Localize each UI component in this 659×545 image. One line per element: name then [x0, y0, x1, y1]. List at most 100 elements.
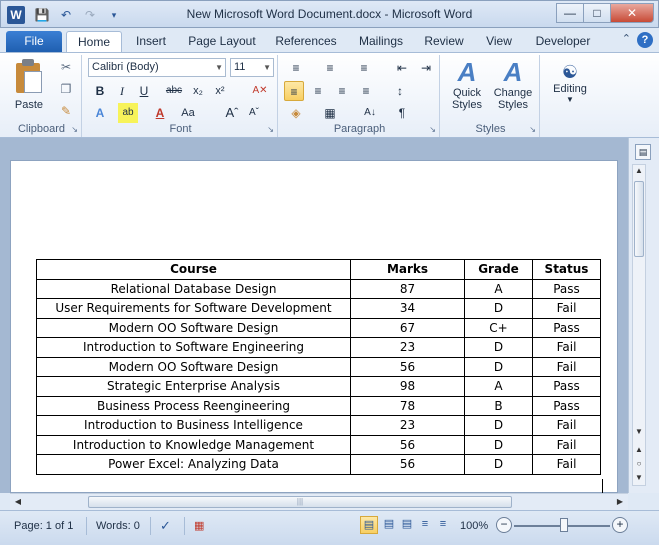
grades-table[interactable]: Course Marks Grade Status Relational Dat…	[36, 259, 601, 475]
word-count[interactable]: Words: 0	[96, 517, 140, 535]
course-cell[interactable]: Modern OO Software Design	[36, 356, 351, 377]
increase-indent-icon[interactable]: ⇥	[416, 58, 436, 78]
course-cell[interactable]: Power Excel: Analyzing Data	[36, 454, 351, 475]
cut-icon[interactable]: ✂	[58, 59, 74, 75]
grade-cell[interactable]: D	[464, 415, 533, 436]
format-painter-icon[interactable]: ✎	[58, 103, 74, 119]
marks-cell[interactable]: 98	[350, 376, 465, 397]
paste-icon[interactable]	[14, 59, 44, 95]
line-spacing-icon[interactable]: ↕	[390, 81, 410, 101]
zoom-slider-thumb[interactable]	[560, 518, 568, 532]
grade-cell[interactable]: C+	[464, 317, 533, 338]
status-cell[interactable]: Fail	[532, 454, 601, 475]
decrease-indent-icon[interactable]: ⇤	[392, 58, 412, 78]
align-left-button[interactable]: ≡	[284, 81, 304, 101]
font-color-icon[interactable]: A	[150, 103, 170, 123]
course-cell[interactable]: Strategic Enterprise Analysis	[36, 376, 351, 397]
redo-icon[interactable]: ↷	[81, 6, 99, 24]
grade-cell[interactable]: B	[464, 395, 533, 416]
print-layout-view-icon[interactable]: ▤	[360, 516, 378, 534]
proofing-icon[interactable]: ✓	[160, 517, 171, 535]
scroll-right-icon[interactable]: ▶	[614, 497, 626, 506]
macro-recording-icon[interactable]: ▦	[194, 517, 204, 535]
grade-cell[interactable]: D	[464, 337, 533, 358]
grade-cell[interactable]: D	[464, 434, 533, 455]
grade-cell[interactable]: D	[464, 298, 533, 319]
font-family-select[interactable]: Calibri (Body) ▼	[88, 58, 226, 77]
status-cell[interactable]: Pass	[532, 395, 601, 416]
save-icon[interactable]: 💾	[33, 6, 51, 24]
full-screen-reading-icon[interactable]: ▤	[380, 516, 398, 534]
shrink-font-icon[interactable]: Aˇ	[244, 103, 264, 123]
status-cell[interactable]: Fail	[532, 337, 601, 358]
tab-mailings[interactable]: Mailings	[350, 31, 412, 52]
bullets-icon[interactable]: ≡	[286, 58, 306, 78]
strikethrough-button[interactable]: abc	[164, 81, 184, 101]
course-cell[interactable]: Introduction to Business Intelligence	[36, 415, 351, 436]
page-count[interactable]: Page: 1 of 1	[14, 517, 73, 535]
status-cell[interactable]: Pass	[532, 376, 601, 397]
help-icon[interactable]: ?	[637, 32, 653, 48]
scroll-up-icon[interactable]: ▲	[633, 166, 645, 175]
subscript-button[interactable]: x₂	[188, 81, 208, 101]
tab-view[interactable]: View	[476, 31, 522, 52]
word-app-icon[interactable]: W	[7, 6, 25, 24]
clipboard-launcher-icon[interactable]: ↘	[71, 125, 78, 134]
italic-button[interactable]: I	[112, 81, 132, 101]
marks-cell[interactable]: 87	[350, 278, 465, 299]
marks-cell[interactable]: 56	[350, 434, 465, 455]
status-cell[interactable]: Fail	[532, 356, 601, 377]
course-cell[interactable]: Introduction to Software Engineering	[36, 337, 351, 358]
tab-file[interactable]: File	[6, 31, 62, 52]
justify-button[interactable]: ≡	[356, 81, 376, 101]
scroll-down-icon[interactable]: ▼	[633, 427, 645, 436]
editing-button[interactable]: ☯ Editing ▼	[544, 61, 596, 104]
marks-cell[interactable]: 23	[350, 337, 465, 358]
show-formatting-icon[interactable]: ¶	[392, 103, 412, 123]
tab-home[interactable]: Home	[66, 31, 122, 52]
status-cell[interactable]: Pass	[532, 317, 601, 338]
status-cell[interactable]: Fail	[532, 298, 601, 319]
marks-cell[interactable]: 23	[350, 415, 465, 436]
marks-cell[interactable]: 78	[350, 395, 465, 416]
course-cell[interactable]: Business Process Reengineering	[36, 395, 351, 416]
align-center-button[interactable]: ≡	[308, 81, 328, 101]
scroll-left-icon[interactable]: ◀	[12, 497, 24, 506]
sort-icon[interactable]: A↓	[360, 103, 380, 123]
view-ruler-icon[interactable]: ▤	[635, 144, 651, 160]
change-styles-button[interactable]: A Change Styles	[490, 57, 536, 111]
marks-cell[interactable]: 34	[350, 298, 465, 319]
shading-icon[interactable]: ◈	[286, 103, 306, 123]
styles-launcher-icon[interactable]: ↘	[529, 125, 536, 134]
zoom-in-button[interactable]: +	[612, 517, 628, 533]
vertical-scrollbar[interactable]: ▲ ▼ ▲ ○ ▼	[632, 164, 646, 486]
copy-icon[interactable]: ❐	[58, 81, 74, 97]
align-right-button[interactable]: ≡	[332, 81, 352, 101]
status-cell[interactable]: Fail	[532, 415, 601, 436]
web-layout-icon[interactable]: ▤	[398, 516, 416, 534]
draft-view-icon[interactable]: ≡	[434, 516, 452, 534]
change-case-icon[interactable]: Aa	[178, 103, 198, 123]
browse-object-icon[interactable]: ○	[633, 459, 645, 468]
close-button[interactable]: ✕	[610, 3, 654, 23]
quick-styles-button[interactable]: A Quick Styles	[446, 57, 488, 111]
numbering-icon[interactable]: ≡	[320, 58, 340, 78]
course-cell[interactable]: User Requirements for Software Developme…	[36, 298, 351, 319]
tab-review[interactable]: Review	[418, 31, 470, 52]
superscript-button[interactable]: x²	[210, 81, 230, 101]
grade-cell[interactable]: D	[464, 454, 533, 475]
borders-icon[interactable]: ▦	[320, 103, 340, 123]
horizontal-scrollbar[interactable]: ◀ ||| ▶	[10, 493, 628, 510]
zoom-out-button[interactable]: −	[496, 517, 512, 533]
marks-cell[interactable]: 56	[350, 454, 465, 475]
course-cell[interactable]: Relational Database Design	[36, 278, 351, 299]
text-effects-icon[interactable]: A	[90, 103, 110, 123]
marks-cell[interactable]: 56	[350, 356, 465, 377]
vertical-scroll-thumb[interactable]	[634, 181, 644, 257]
clear-formatting-icon[interactable]: A✕	[250, 81, 270, 101]
tab-insert[interactable]: Insert	[124, 31, 178, 52]
document-page[interactable]: Course Marks Grade Status Relational Dat…	[10, 160, 618, 493]
tab-page-layout[interactable]: Page Layout	[182, 31, 262, 52]
course-cell[interactable]: Introduction to Knowledge Management	[36, 434, 351, 455]
paste-button[interactable]: Paste	[8, 99, 50, 111]
